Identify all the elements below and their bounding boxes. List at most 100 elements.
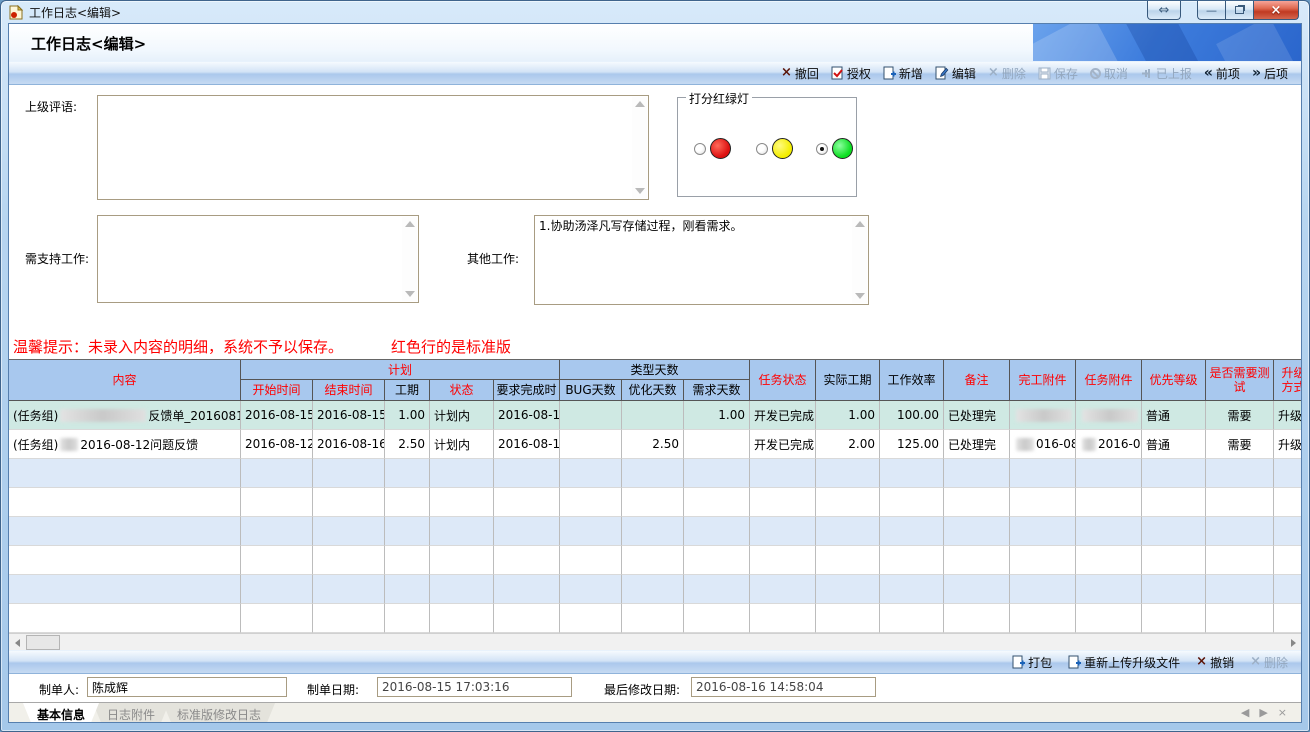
cell-upgrade[interactable]: 升级文件 (1274, 430, 1301, 459)
table-row: (任务组)2016-08-12问题反馈 2016-08-12 2016-08-1… (9, 430, 1301, 459)
cell-required[interactable]: 2016-08-18 (494, 401, 560, 430)
cell-req-days[interactable]: 1.00 (684, 401, 750, 430)
cell-end[interactable]: 2016-08-16 (313, 430, 385, 459)
other-work-textarea[interactable]: 1.协助汤泽凡写存储过程，刚看需求。 (534, 215, 869, 305)
delete-x-icon: × (988, 68, 999, 78)
cell-finish-att[interactable]: 016-08 (1010, 430, 1076, 459)
col-end: 结束时间 (313, 380, 385, 400)
cell-bug-days[interactable] (560, 401, 622, 430)
save-icon (1038, 67, 1051, 80)
textarea-scrollbar[interactable] (632, 97, 647, 198)
reported-button[interactable]: 已上报 (1135, 63, 1197, 84)
next-item-button[interactable]: » 后项 (1247, 63, 1293, 84)
cell-start[interactable]: 2016-08-15 (241, 401, 313, 430)
save-button[interactable]: 保存 (1033, 63, 1083, 84)
next-icon: » (1252, 68, 1261, 78)
tab-standard-edition-log[interactable]: 标准版修改日志 (163, 703, 275, 723)
cell-req-days[interactable] (684, 430, 750, 459)
supervisor-comment-textarea[interactable] (97, 95, 649, 200)
cell-finish-att[interactable] (1010, 401, 1076, 430)
redacted-text (1082, 409, 1138, 422)
creator-field[interactable]: 陈成辉 (87, 677, 287, 697)
created-date-field[interactable]: 2016-08-15 17:03:16 (377, 677, 572, 697)
delete-x-icon: × (1250, 657, 1261, 667)
cell-task-status[interactable]: 开发已完成 (750, 401, 816, 430)
scroll-left-icon (15, 639, 20, 647)
title-bar: 工作日志<编辑> ⇔ — × (1, 1, 1309, 23)
empty-row (9, 459, 1301, 488)
scroll-right-button[interactable] (1285, 635, 1301, 650)
tab-log-attachments[interactable]: 日志附件 (93, 703, 169, 723)
reported-icon (1140, 67, 1153, 80)
revoke-button[interactable]: × 撤回 (776, 63, 824, 84)
package-button[interactable]: 打包 (1007, 652, 1057, 673)
radio-yellow[interactable] (756, 143, 768, 155)
dock-toggle-button[interactable]: ⇔ (1147, 1, 1181, 20)
cell-opt-days[interactable]: 2.50 (622, 430, 684, 459)
delete-button[interactable]: × 删除 (983, 63, 1031, 84)
prev-item-button[interactable]: « 前项 (1199, 63, 1245, 84)
traffic-light-yellow-option[interactable] (756, 138, 793, 159)
cell-remark[interactable]: 已处理完 (944, 430, 1010, 459)
cell-end[interactable]: 2016-08-15 (313, 401, 385, 430)
page-title: 工作日志<编辑> (31, 33, 146, 54)
edit-button[interactable]: 编辑 (930, 63, 981, 84)
supervisor-comment-label: 上级评语: (25, 98, 77, 115)
undo-button[interactable]: × 撤销 (1191, 652, 1239, 673)
cell-bug-days[interactable] (560, 430, 622, 459)
cell-status[interactable]: 计划内 (430, 401, 494, 430)
cell-task-att[interactable] (1076, 401, 1142, 430)
col-actual: 实际工期 (816, 360, 880, 400)
cell-efficiency[interactable]: 125.00 (880, 430, 944, 459)
col-remark: 备注 (944, 360, 1010, 400)
tab-next-icon[interactable]: ▶ (1259, 706, 1267, 719)
reupload-upgrade-button[interactable]: 重新上传升级文件 (1063, 652, 1185, 673)
minimize-button[interactable]: — (1197, 1, 1225, 20)
cell-actual[interactable]: 1.00 (816, 401, 880, 430)
cell-upgrade[interactable]: 升级文件 (1274, 401, 1301, 430)
tab-prev-icon[interactable]: ◀ (1241, 706, 1249, 719)
cell-need-test[interactable]: 需要 (1206, 401, 1274, 430)
modified-date-label: 最后修改日期: (604, 681, 680, 698)
restore-button[interactable] (1225, 1, 1253, 20)
close-button[interactable]: × (1253, 1, 1299, 20)
radio-green[interactable] (816, 143, 828, 155)
cell-duration[interactable]: 2.50 (385, 430, 430, 459)
radio-red[interactable] (694, 143, 706, 155)
col-status: 状态 (430, 380, 494, 400)
cell-efficiency[interactable]: 100.00 (880, 401, 944, 430)
cancel-button[interactable]: 取消 (1085, 63, 1133, 84)
cell-remark[interactable]: 已处理完 (944, 401, 1010, 430)
tab-basic-info[interactable]: 基本信息 (23, 703, 99, 723)
empty-row (9, 517, 1301, 546)
authorize-button[interactable]: 授权 (826, 63, 876, 84)
cell-duration[interactable]: 1.00 (385, 401, 430, 430)
cell-task-status[interactable]: 开发已完成 (750, 430, 816, 459)
horizontal-scrollbar[interactable] (9, 633, 1301, 650)
col-finish-att: 完工附件 (1010, 360, 1076, 400)
tab-close-icon[interactable]: × (1278, 706, 1287, 719)
traffic-light-red-option[interactable] (694, 138, 731, 159)
support-work-textarea[interactable] (97, 215, 419, 303)
cell-start[interactable]: 2016-08-12 (241, 430, 313, 459)
cell-priority[interactable]: 普通 (1142, 430, 1206, 459)
cell-task-att[interactable]: 2016-08 (1076, 430, 1142, 459)
cell-content[interactable]: (任务组)反馈单_20160815 (9, 401, 241, 430)
scroll-left-button[interactable] (9, 635, 25, 650)
scrollbar-thumb[interactable] (26, 635, 60, 650)
textarea-scrollbar[interactable] (402, 217, 417, 301)
cell-actual[interactable]: 2.00 (816, 430, 880, 459)
cell-need-test[interactable]: 需要 (1206, 430, 1274, 459)
delete-bottom-button[interactable]: × 删除 (1245, 652, 1293, 673)
cell-status[interactable]: 计划内 (430, 430, 494, 459)
traffic-light-groupbox: 打分红绿灯 (677, 97, 857, 197)
traffic-light-green-option[interactable] (816, 138, 853, 159)
textarea-scrollbar[interactable] (852, 217, 867, 303)
revoke-x-icon: × (781, 68, 792, 78)
cell-content[interactable]: (任务组)2016-08-12问题反馈 (9, 430, 241, 459)
cell-opt-days[interactable] (622, 401, 684, 430)
add-button[interactable]: 新增 (878, 63, 928, 84)
modified-date-field[interactable]: 2016-08-16 14:58:04 (691, 677, 876, 697)
cell-priority[interactable]: 普通 (1142, 401, 1206, 430)
cell-required[interactable]: 2016-08-19 (494, 430, 560, 459)
